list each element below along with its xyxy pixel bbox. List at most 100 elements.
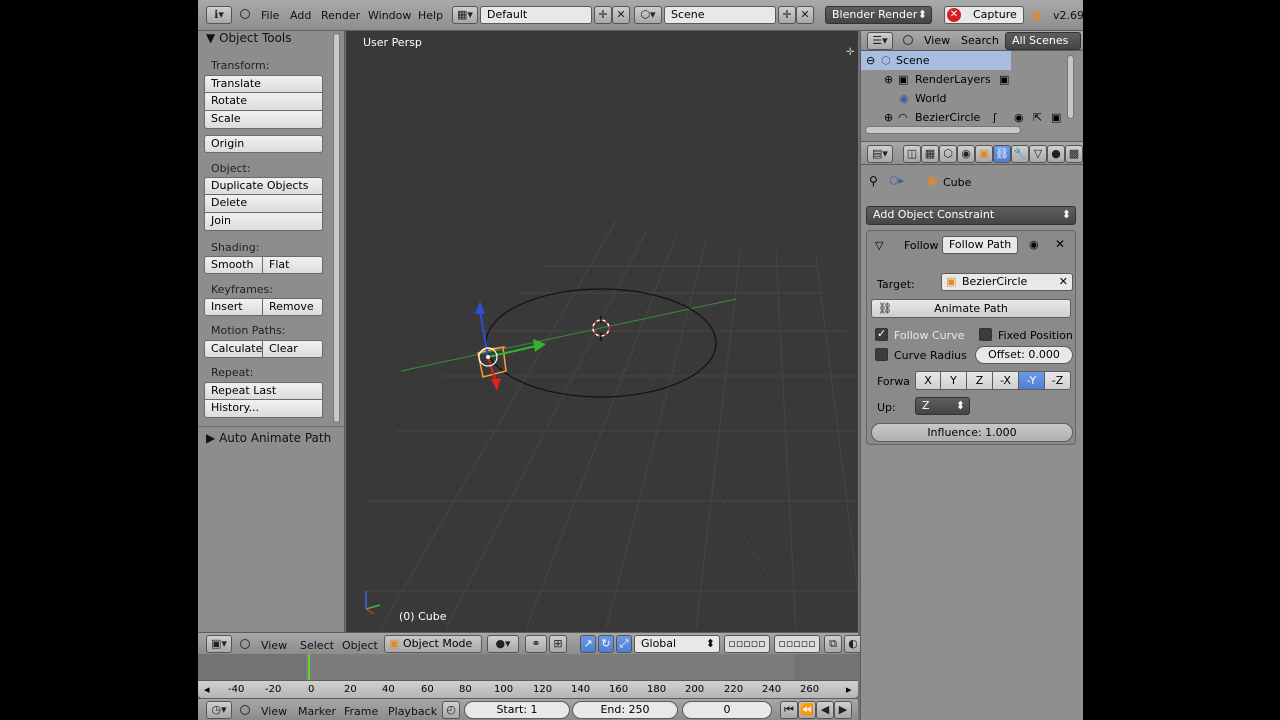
outliner-search-menu[interactable]: Search [961, 34, 999, 47]
translate-button[interactable]: Translate [204, 75, 323, 93]
visibility-eye-icon[interactable]: ◉ [1014, 108, 1024, 127]
play-icon[interactable]: ▶ [834, 701, 852, 719]
object-tools-panel-header[interactable]: ▼ Object Tools [206, 31, 292, 45]
constraint-delete-icon[interactable]: ✕ [1055, 237, 1065, 251]
rotate-button[interactable]: Rotate [204, 93, 323, 111]
delete-layout-icon[interactable]: ✕ [612, 6, 630, 24]
collapse-menu-icon[interactable] [240, 639, 250, 649]
follow-curve-checkbox[interactable]: ✓ [875, 327, 888, 341]
forward-neg-z-button[interactable]: -Z [1045, 371, 1071, 390]
renderability-camera-icon[interactable]: ▣ [1051, 108, 1061, 127]
menu-help[interactable]: Help [418, 9, 443, 22]
jump-start-icon[interactable]: ⏮ [780, 701, 798, 719]
clear-target-icon[interactable]: ✕ [1059, 274, 1068, 290]
frame-ruler[interactable]: ◂ -40 -20 0 20 40 60 80 100 120 140 160 … [198, 680, 858, 698]
forward-neg-x-button[interactable]: -X [993, 371, 1019, 390]
layers-second-block[interactable]: ▫▫▫▫▫ [774, 635, 820, 653]
marker-menu[interactable]: Marker [298, 705, 336, 718]
tab-material-icon[interactable]: ● [1047, 145, 1065, 163]
scene-browse-icon[interactable]: ⬡▾ [634, 6, 662, 24]
delete-scene-icon[interactable]: ✕ [796, 6, 814, 24]
viewport-shading-select[interactable]: ●▾ [487, 635, 519, 653]
add-layout-icon[interactable]: ✛ [594, 6, 612, 24]
scroll-left-icon[interactable]: ◂ [204, 683, 210, 696]
start-frame-field[interactable]: Start: 1 [464, 701, 570, 719]
tab-constraints-icon[interactable]: ⛓ [993, 145, 1011, 163]
layout-browse-icon[interactable]: ▦▾ [452, 6, 478, 24]
constraint-visibility-icon[interactable]: ◉ [1029, 238, 1039, 251]
rotate-manipulator-icon[interactable]: ↻ [598, 635, 614, 653]
transform-manipulator[interactable] [475, 301, 546, 391]
prev-keyframe-icon[interactable]: ⏪ [798, 701, 816, 719]
properties-editor-type-icon[interactable]: ▤▾ [867, 145, 893, 163]
constraint-collapse-icon[interactable]: ▽ [875, 239, 883, 252]
orientation-select[interactable]: Global ⬍ [634, 635, 720, 653]
pin-icon[interactable]: ⚲ [869, 174, 878, 188]
toolshelf-scrollbar[interactable] [333, 33, 340, 423]
timeline-editor-type-icon[interactable]: ◷▾ [206, 701, 232, 719]
outliner-view-menu[interactable]: View [924, 34, 950, 47]
animate-path-button[interactable]: ⛓ Animate Path [871, 299, 1071, 318]
outliner-editor-type-icon[interactable]: ☰▾ [867, 32, 893, 50]
menu-render[interactable]: Render [321, 9, 360, 22]
curve-radius-checkbox[interactable] [875, 348, 888, 361]
forward-x-button[interactable]: X [915, 371, 941, 390]
select-menu[interactable]: Select [300, 639, 334, 652]
insert-keyframe-button[interactable]: Insert [204, 298, 263, 316]
current-frame-indicator[interactable] [308, 654, 310, 680]
outliner-item-scene[interactable]: ⊖ ⬡ Scene [861, 51, 1011, 70]
menu-file[interactable]: File [261, 9, 279, 22]
scale-button[interactable]: Scale [204, 111, 323, 129]
display-mode-select[interactable]: All Scenes [1005, 32, 1081, 50]
tab-world-icon[interactable]: ◉ [957, 145, 975, 163]
influence-slider[interactable]: Influence: 1.000 [871, 423, 1073, 442]
target-field[interactable]: ▣ BezierCircle ✕ [941, 273, 1073, 291]
outliner-item-beziercircle[interactable]: ⊕ ◠ BezierCircle ʃ ◉ ⇱ ▣ [861, 108, 1071, 127]
tab-object-icon[interactable]: ▣ [975, 145, 993, 163]
capture-button[interactable]: ✕ Capture [944, 6, 1024, 24]
timeline-view-menu[interactable]: View [261, 705, 287, 718]
3d-viewport[interactable]: User Persp (0) Cube ✛ [346, 31, 858, 632]
add-object-constraint-button[interactable]: Add Object Constraint ⬍ [866, 206, 1076, 225]
remove-keyframe-button[interactable]: Remove [263, 298, 323, 316]
menu-add[interactable]: Add [290, 9, 311, 22]
current-frame-field[interactable]: 0 [682, 701, 772, 719]
add-scene-icon[interactable]: ✛ [778, 6, 796, 24]
tab-render-icon[interactable]: ◫ [903, 145, 921, 163]
outliner-item-world[interactable]: ◉ World [861, 89, 1071, 108]
expand-properties-icon[interactable]: ✛ [846, 47, 854, 58]
forward-neg-y-button[interactable]: -Y [1019, 371, 1045, 390]
fixed-position-checkbox[interactable] [979, 328, 992, 341]
tab-data-icon[interactable]: ▽ [1029, 145, 1047, 163]
bezier-circle-path[interactable] [485, 288, 717, 398]
timeline-editor[interactable]: ◂ -40 -20 0 20 40 60 80 100 120 140 160 … [198, 654, 858, 698]
flat-button[interactable]: Flat [263, 256, 323, 274]
translate-manipulator-icon[interactable]: ↗ [580, 635, 596, 653]
preview-range-icon[interactable]: ◴ [442, 701, 460, 719]
outliner-scrollbar-v[interactable] [1067, 55, 1074, 119]
manipulator-toggle[interactable]: ⊞ [549, 635, 567, 653]
selectability-cursor-icon[interactable]: ⇱ [1033, 108, 1042, 127]
origin-button[interactable]: Origin [204, 135, 323, 153]
pivot-point-select[interactable]: ⚭ [525, 635, 547, 653]
playback-menu[interactable]: Playback [388, 705, 437, 718]
menu-window[interactable]: Window [368, 9, 411, 22]
lock-camera-icon[interactable]: ⧉ [824, 635, 842, 653]
clear-button[interactable]: Clear [263, 340, 323, 358]
tab-scene-icon[interactable]: ⬡ [939, 145, 957, 163]
end-frame-field[interactable]: End: 250 [572, 701, 678, 719]
tab-modifiers-icon[interactable]: 🔧 [1011, 145, 1029, 163]
play-reverse-icon[interactable]: ◀ [816, 701, 834, 719]
forward-y-button[interactable]: Y [941, 371, 967, 390]
history-button[interactable]: History... [204, 400, 323, 418]
forward-z-button[interactable]: Z [967, 371, 993, 390]
view-menu[interactable]: View [261, 639, 287, 652]
collapse-menu-icon[interactable] [240, 705, 250, 715]
collapse-menu-icon[interactable] [240, 9, 250, 19]
outliner-item-renderlayers[interactable]: ⊕ ▣ RenderLayers ▣ [861, 70, 1071, 89]
layers-first-block[interactable]: ▫▫▫▫▫ [724, 635, 770, 653]
repeat-last-button[interactable]: Repeat Last [204, 382, 323, 400]
duplicate-objects-button[interactable]: Duplicate Objects [204, 177, 323, 195]
scale-manipulator-icon[interactable]: ⤢ [616, 635, 632, 653]
calculate-button[interactable]: Calculate [204, 340, 263, 358]
